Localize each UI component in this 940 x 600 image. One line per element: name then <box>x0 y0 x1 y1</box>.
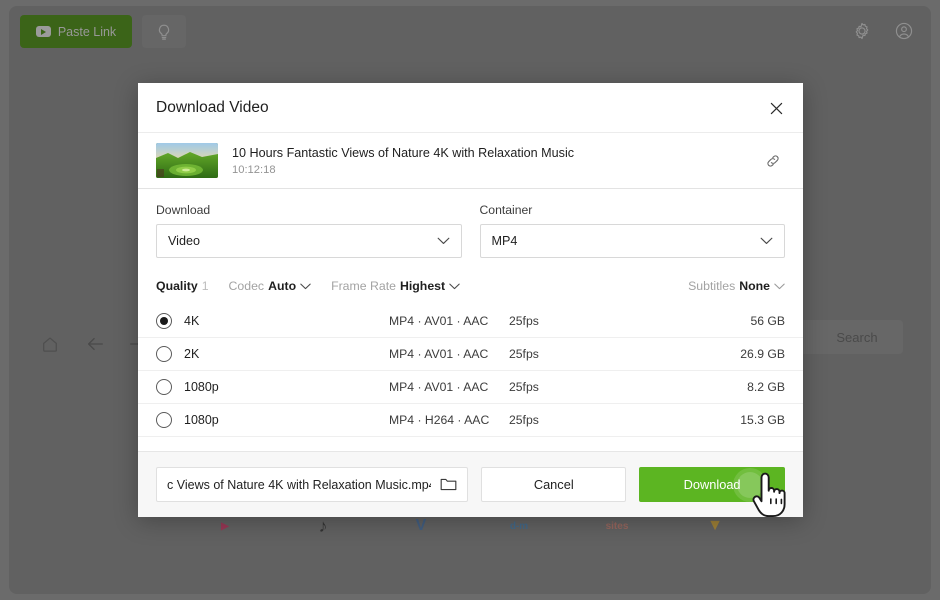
quality-list[interactable]: 4K MP4 · AV01 · AAC 25fps 56 GB 2K MP4 ·… <box>138 305 803 451</box>
chevron-down-icon <box>760 234 773 248</box>
quality-size: 26.9 GB <box>740 347 785 361</box>
gear-icon <box>855 22 869 40</box>
select-grid: Download Video Container MP4 <box>156 203 785 258</box>
download-type-value: Video <box>168 234 200 248</box>
quality-count: 1 <box>201 279 209 293</box>
copy-link-button[interactable] <box>760 148 786 174</box>
table-row[interactable]: 1080p MP4 · AV01 · AAC 25fps 8.2 GB <box>138 371 803 404</box>
container-value: MP4 <box>491 234 518 248</box>
arrow-left-icon <box>87 337 103 351</box>
frame-rate-label: Frame Rate <box>331 279 396 293</box>
thumbnail-image <box>156 143 218 178</box>
quality-name: 1080p <box>184 380 219 394</box>
paste-link-label: Paste Link <box>57 24 117 39</box>
home-icon <box>43 337 57 352</box>
video-thumbnail <box>156 143 218 178</box>
filename-value: c Views of Nature 4K with Relaxation Mus… <box>167 477 432 492</box>
tap-ripple-indicator <box>737 471 764 498</box>
quality-fps: 25fps <box>509 314 539 328</box>
service-logo[interactable]: sites <box>597 514 637 538</box>
download-label: Download <box>683 477 741 492</box>
service-logo[interactable]: ♪ <box>303 514 343 538</box>
dialog-header: Download Video <box>138 83 803 132</box>
video-duration: 10:12:18 <box>232 163 276 176</box>
home-button[interactable] <box>34 328 66 360</box>
subtitles-label: Subtitles <box>688 279 736 293</box>
folder-button[interactable] <box>439 476 457 494</box>
service-logo[interactable]: ▼ <box>695 514 735 538</box>
paste-link-button[interactable]: Paste Link <box>20 15 132 48</box>
filter-row: Quality 1 Codec Auto Frame Rate Highest … <box>156 275 785 297</box>
quality-filter: Quality 1 <box>156 279 209 293</box>
quality-radio[interactable] <box>156 412 172 428</box>
subtitles-value: None <box>739 279 770 293</box>
video-meta: 10 Hours Fantastic Views of Nature 4K wi… <box>232 146 760 176</box>
link-chain-icon <box>767 154 779 167</box>
codec-value: Auto <box>268 279 297 293</box>
account-circle-icon <box>895 22 913 40</box>
quality-codec: MP4 · AV01 · AAC <box>389 380 489 394</box>
chevron-down-icon <box>774 279 785 293</box>
filename-input[interactable]: c Views of Nature 4K with Relaxation Mus… <box>156 467 469 502</box>
service-logo[interactable]: V <box>401 514 441 538</box>
chevron-down-icon <box>437 234 450 248</box>
download-options: Download Video Container MP4 Quality 1 C… <box>138 189 803 297</box>
lightbulb-button[interactable] <box>142 15 186 48</box>
quality-name: 4K <box>184 314 200 328</box>
frame-rate-filter[interactable]: Frame Rate Highest <box>331 279 460 293</box>
quality-codec: MP4 · H264 · AAC <box>389 413 490 427</box>
quality-name: 2K <box>184 347 200 361</box>
dialog-title: Download Video <box>156 98 269 116</box>
container-label: Container <box>479 203 533 217</box>
subtitles-filter[interactable]: Subtitles None <box>688 279 785 293</box>
quality-name: 1080p <box>184 413 219 427</box>
video-info-row: 10 Hours Fantastic Views of Nature 4K wi… <box>138 132 803 189</box>
download-type-select[interactable]: Video <box>156 224 462 258</box>
cancel-button[interactable]: Cancel <box>481 467 627 502</box>
chevron-down-icon <box>449 279 460 293</box>
background-search-label: Search <box>836 329 878 345</box>
chevron-down-icon <box>300 279 311 293</box>
quality-size: 56 GB <box>750 314 785 328</box>
quality-radio[interactable] <box>156 379 172 395</box>
quality-fps: 25fps <box>509 380 539 394</box>
top-toolbar: Paste Link <box>9 6 931 54</box>
background-search-button[interactable]: Search <box>811 320 903 354</box>
quality-size: 15.3 GB <box>740 413 785 427</box>
close-button[interactable] <box>763 95 789 121</box>
youtube-icon <box>35 26 51 37</box>
quality-codec: MP4 · AV01 · AAC <box>389 347 489 361</box>
container-column: Container MP4 <box>479 203 785 258</box>
quality-label: Quality <box>156 279 198 293</box>
lightbulb-icon <box>158 24 170 40</box>
download-button[interactable]: Download <box>639 467 786 502</box>
table-row[interactable]: 1080p MP4 · H264 · AAC 25fps 15.3 GB <box>138 404 803 437</box>
cancel-label: Cancel <box>533 477 574 492</box>
frame-rate-value: Highest <box>400 279 446 293</box>
download-type-column: Download Video <box>156 203 462 258</box>
codec-label: Codec <box>228 279 265 293</box>
quality-radio[interactable] <box>156 313 172 329</box>
quality-fps: 25fps <box>509 413 539 427</box>
quality-codec: MP4 · AV01 · AAC <box>389 314 489 328</box>
service-logo[interactable]: d-m <box>499 514 539 538</box>
codec-filter[interactable]: Codec Auto <box>229 279 312 293</box>
download-type-label: Download <box>156 203 211 217</box>
close-icon <box>770 102 782 114</box>
folder-icon <box>440 478 457 491</box>
dialog-footer: c Views of Nature 4K with Relaxation Mus… <box>138 451 803 517</box>
service-logo[interactable]: ▶ <box>205 514 245 538</box>
quality-fps: 25fps <box>509 347 539 361</box>
settings-button[interactable] <box>847 16 877 46</box>
video-title: 10 Hours Fantastic Views of Nature 4K wi… <box>232 145 575 160</box>
table-row[interactable]: 4K MP4 · AV01 · AAC 25fps 56 GB <box>138 305 803 338</box>
quality-radio[interactable] <box>156 346 172 362</box>
toolbar-right-icons <box>847 16 919 46</box>
back-button[interactable] <box>79 328 111 360</box>
table-row[interactable]: 2K MP4 · AV01 · AAC 25fps 26.9 GB <box>138 338 803 371</box>
download-video-dialog: Download Video 10 Hours Fantastic Views … <box>138 83 803 517</box>
quality-size: 8.2 GB <box>747 380 785 394</box>
container-select[interactable]: MP4 <box>479 224 785 258</box>
account-button[interactable] <box>889 16 919 46</box>
